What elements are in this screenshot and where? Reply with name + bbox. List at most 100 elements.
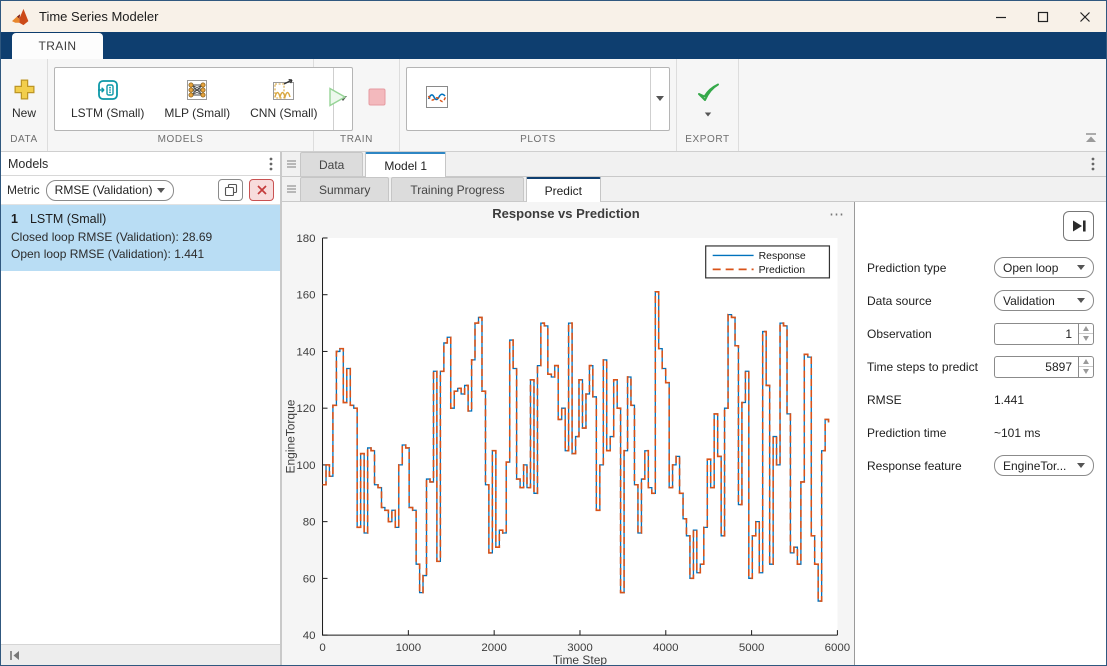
- option-row: Observation 1: [867, 317, 1094, 350]
- model-list-item-selected[interactable]: 1 LSTM (Small) Closed loop RMSE (Validati…: [1, 205, 280, 271]
- new-button[interactable]: New: [5, 75, 44, 122]
- document-tab-bar: Data Model 1: [282, 152, 1106, 177]
- svg-text:140: 140: [296, 346, 315, 358]
- group-label-models: MODELS: [48, 134, 313, 151]
- spinner-down-button[interactable]: [1079, 334, 1093, 344]
- predict-options-panel: Prediction type Open loop Data source Va…: [854, 202, 1106, 665]
- model-template-label: CNN (Small): [250, 106, 317, 120]
- time-steps-spinner[interactable]: 5897: [994, 356, 1094, 378]
- svg-text:60: 60: [303, 573, 316, 585]
- response-vs-prediction-chart: 4060801001201401601800100020003000400050…: [282, 226, 854, 665]
- close-button[interactable]: [1064, 1, 1106, 32]
- svg-text:40: 40: [303, 630, 316, 642]
- rmse-label: RMSE: [867, 393, 902, 407]
- stop-square-icon: [365, 85, 389, 109]
- matlab-logo-icon: [11, 8, 31, 26]
- model-closed-loop-rmse: Closed loop RMSE (Validation): 28.69: [11, 229, 270, 246]
- metric-dropdown-value: RMSE (Validation): [55, 183, 153, 197]
- model-subtab-bar: Summary Training Progress Predict: [282, 177, 1106, 202]
- maximize-icon: [1037, 11, 1049, 23]
- svg-text:0: 0: [319, 642, 325, 654]
- tab-data[interactable]: Data: [300, 152, 363, 176]
- group-label-data: DATA: [1, 134, 47, 151]
- data-source-dropdown[interactable]: Validation: [994, 290, 1094, 311]
- duplicate-model-icon: [224, 183, 238, 197]
- prediction-type-value: Open loop: [1003, 261, 1058, 275]
- maximize-button[interactable]: [1022, 1, 1064, 32]
- triangle-up-icon: [1083, 359, 1089, 364]
- train-button[interactable]: [318, 83, 356, 115]
- option-row: Time steps to predict 5897: [867, 350, 1094, 383]
- observation-spinner[interactable]: 1: [994, 323, 1094, 345]
- tab-grip-icon[interactable]: [282, 152, 300, 176]
- duplicate-model-button[interactable]: [218, 179, 243, 201]
- export-button[interactable]: [688, 79, 728, 119]
- group-label-export: EXPORT: [677, 134, 738, 151]
- tab-grip-icon[interactable]: [282, 177, 300, 201]
- model-name: LSTM (Small): [30, 212, 106, 226]
- observation-value[interactable]: 1: [994, 323, 1078, 345]
- tab-summary[interactable]: Summary: [300, 177, 389, 201]
- metric-label: Metric: [7, 183, 40, 197]
- tab-predict[interactable]: Predict: [526, 177, 601, 202]
- tab-model-1[interactable]: Model 1: [365, 152, 446, 177]
- chart-options-button[interactable]: ⋯: [820, 205, 854, 223]
- time-steps-value[interactable]: 5897: [994, 356, 1078, 378]
- model-template-label: LSTM (Small): [71, 106, 144, 120]
- spinner-down-button[interactable]: [1079, 367, 1093, 377]
- cnn-network-icon: [270, 77, 298, 103]
- spinner-up-button[interactable]: [1079, 324, 1093, 335]
- option-row: Data source Validation: [867, 284, 1094, 317]
- triangle-down-icon: [1083, 369, 1089, 374]
- chevron-down-icon: [1077, 298, 1085, 303]
- lstm-network-icon: [95, 77, 121, 103]
- svg-text:2000: 2000: [481, 642, 507, 654]
- plots-gallery-dropdown[interactable]: [650, 68, 669, 130]
- model-template-mlp[interactable]: MLP (Small): [154, 73, 240, 124]
- group-label-plots: PLOTS: [400, 134, 676, 151]
- response-feature-dropdown[interactable]: EngineTor...: [994, 455, 1094, 476]
- model-open-loop-rmse: Open loop RMSE (Validation): 1.441: [11, 246, 270, 263]
- model-index: 1: [11, 212, 18, 226]
- spinner-up-button[interactable]: [1079, 357, 1093, 368]
- toolstrip-group-plots: PLOTS: [400, 59, 677, 151]
- svg-text:4000: 4000: [653, 642, 679, 654]
- svg-text:EngineTorque: EngineTorque: [284, 399, 298, 473]
- minimize-icon: [995, 11, 1007, 23]
- data-source-value: Validation: [1003, 294, 1055, 308]
- chart-title: Response vs Prediction: [282, 206, 820, 221]
- response-feature-label: Response feature: [867, 459, 962, 473]
- tab-bar-menu[interactable]: [1080, 152, 1106, 176]
- prediction-plot-icon: [423, 83, 451, 111]
- tab-training-progress[interactable]: Training Progress: [391, 177, 523, 201]
- models-panel: Models Metric RMSE (Validation): [1, 152, 282, 665]
- prediction-time-value: ~101 ms: [994, 426, 1094, 440]
- play-triangle-icon: [325, 85, 349, 109]
- ribbon-tab-bar: TRAIN: [1, 32, 1106, 59]
- minimize-button[interactable]: [980, 1, 1022, 32]
- stop-button[interactable]: [358, 83, 396, 115]
- prediction-type-dropdown[interactable]: Open loop: [994, 257, 1094, 278]
- chevron-down-icon: [1077, 265, 1085, 270]
- skip-to-end-button[interactable]: [1063, 211, 1094, 241]
- predict-plot-button[interactable]: [413, 79, 461, 118]
- chevron-down-icon: [656, 96, 664, 101]
- metric-dropdown[interactable]: RMSE (Validation): [46, 180, 174, 201]
- svg-text:1000: 1000: [396, 642, 422, 654]
- svg-text:120: 120: [296, 403, 315, 415]
- toolstrip-group-models: LSTM (Small): [48, 59, 314, 151]
- collapse-ribbon-button[interactable]: [1084, 130, 1098, 148]
- tab-train[interactable]: TRAIN: [12, 33, 103, 59]
- collapse-left-icon: [9, 650, 21, 661]
- triangle-up-icon: [1083, 326, 1089, 331]
- svg-text:6000: 6000: [825, 642, 851, 654]
- svg-text:5000: 5000: [739, 642, 765, 654]
- delete-model-button[interactable]: [249, 179, 274, 201]
- collapse-panel-button[interactable]: [1, 644, 280, 665]
- models-panel-title: Models: [8, 157, 269, 171]
- kebab-menu-icon[interactable]: [269, 157, 273, 171]
- close-icon: [1079, 11, 1091, 23]
- model-template-lstm[interactable]: LSTM (Small): [61, 73, 154, 124]
- option-row: Response feature EngineTor...: [867, 449, 1094, 482]
- group-label-train: TRAIN: [314, 134, 399, 151]
